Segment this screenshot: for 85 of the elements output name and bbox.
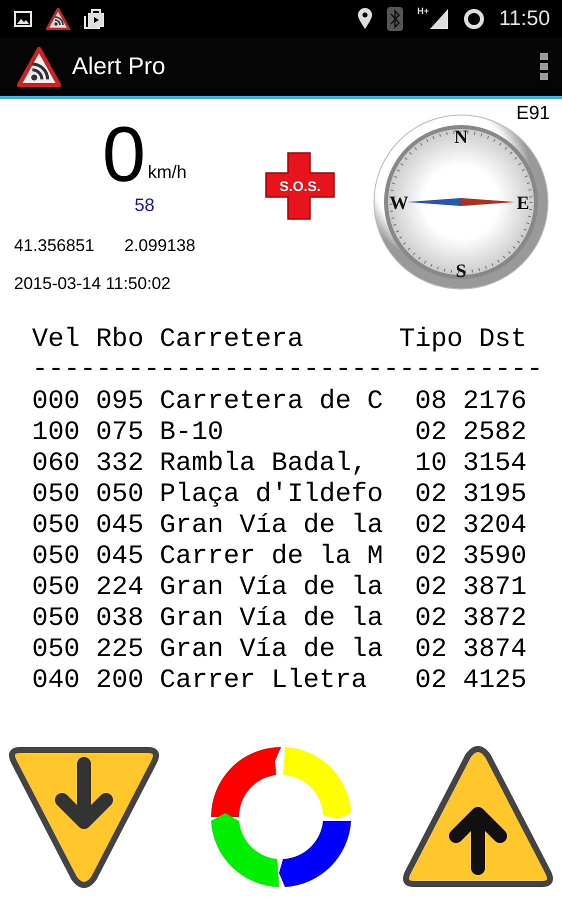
column-header: Dst	[478, 324, 528, 354]
location-icon	[357, 8, 374, 30]
table-cell-text: 08	[414, 386, 448, 416]
table-cell-text: Gran Vía de la	[160, 602, 384, 632]
table-cell-text: 050	[32, 572, 81, 602]
table-cell-text: 02	[414, 634, 448, 664]
longitude: 2.099138	[124, 236, 196, 256]
table-cell-text: 075	[96, 416, 145, 446]
table-cell-text: 02	[414, 572, 448, 602]
table-cell-text: Carrer Lletra	[160, 664, 368, 694]
table-cell-text: 3874	[462, 634, 528, 664]
table-cell-text: 050	[96, 478, 145, 508]
table-cell-text: Gran Vía de la	[160, 634, 384, 664]
table-cell-text: 332	[96, 448, 145, 478]
shopping-bag-icon	[84, 8, 106, 28]
table-cell-text: 3871	[462, 572, 528, 602]
alert-icon	[46, 8, 70, 30]
table-cell-text: 2176	[462, 386, 528, 416]
table-cell-text: Gran Vía de la	[160, 572, 384, 602]
down-button[interactable]	[6, 744, 162, 890]
compass-letter: E	[516, 193, 530, 214]
table-cell-text: 095	[96, 386, 145, 416]
table-cell-text: 050	[32, 510, 81, 540]
table-cell-text: 02	[414, 510, 448, 540]
bluetooth-icon	[387, 6, 404, 30]
table-cell-text: Rambla Badal,	[160, 448, 368, 478]
alert-icon	[16, 46, 62, 88]
column-header: Vel	[32, 324, 81, 354]
column-header: Rbo	[96, 324, 145, 354]
compass-letter: S	[456, 261, 466, 282]
table-cell-text: 3872	[462, 602, 528, 632]
table-cell-text: Plaça d'Ildefo	[160, 478, 384, 508]
table-cell-text: 050	[32, 540, 81, 570]
table-cell-text: 02	[414, 478, 448, 508]
table-cell-text: 10	[414, 448, 448, 478]
speed-value: 0	[102, 115, 146, 193]
table-cell-text: 045	[96, 540, 145, 570]
refresh-button[interactable]	[208, 744, 354, 890]
speed-unit: km/h	[148, 162, 187, 183]
cross-icon	[265, 152, 335, 220]
table-cell-text: 2582	[462, 416, 528, 446]
table-cell-text: 000	[32, 386, 81, 416]
table-cell-text: 050	[32, 478, 81, 508]
table-cell-text: 02	[414, 664, 448, 694]
picture-icon	[14, 10, 32, 26]
table-cell-text: 3195	[462, 478, 528, 508]
table-cell-text: 038	[96, 602, 145, 632]
table-cell-text: 050	[32, 602, 81, 632]
table-cell-text: 100	[32, 416, 81, 446]
table-cell-text: 02	[414, 416, 448, 446]
table-cell-text: 224	[96, 572, 145, 602]
column-header: Tipo	[399, 324, 463, 354]
clock: 11:50	[499, 6, 550, 30]
table-cell-text: Gran Vía de la	[160, 510, 384, 540]
table-cell-text: Carrer de la M	[160, 540, 384, 570]
speed-limit: 58	[133, 195, 155, 216]
table-cell-text: 02	[414, 540, 448, 570]
table-cell-text: 3204	[462, 510, 528, 540]
signal-icon	[429, 8, 449, 30]
table-cell-text: Carretera de C	[160, 386, 384, 416]
latitude: 41.356851	[14, 236, 94, 256]
up-button[interactable]	[400, 744, 556, 890]
road-name: E91	[516, 103, 550, 125]
overflow-menu-icon[interactable]	[540, 52, 548, 80]
table-cell-text: 060	[32, 448, 81, 478]
table-cell-text: 02	[414, 602, 448, 632]
timestamp: 2015-03-14 11:50:02	[14, 274, 172, 294]
table-cell-text: 050	[32, 634, 81, 664]
app-title: Alert Pro	[72, 52, 166, 80]
sos-label: S.O.S.	[279, 178, 321, 194]
compass-letter: W	[390, 193, 408, 214]
column-header: Carretera	[160, 324, 304, 354]
table-cell-text: B-10	[160, 416, 224, 446]
progress-ring-icon	[463, 8, 485, 30]
compass-letter: N	[454, 127, 468, 148]
table-cell-text: 225	[96, 634, 145, 664]
sos-button[interactable]: S.O.S.	[264, 151, 336, 317]
network-type: H+	[417, 6, 429, 16]
table-cell-text: 040	[32, 664, 81, 694]
separator-line: --------------------------------	[32, 354, 544, 385]
table-cell-text: 3154	[462, 448, 528, 478]
table-cell-text: 045	[96, 510, 145, 540]
table-cell-text: 200	[96, 664, 145, 694]
table-cell-text: 3590	[462, 540, 528, 570]
table-cell-text: 4125	[462, 664, 528, 694]
